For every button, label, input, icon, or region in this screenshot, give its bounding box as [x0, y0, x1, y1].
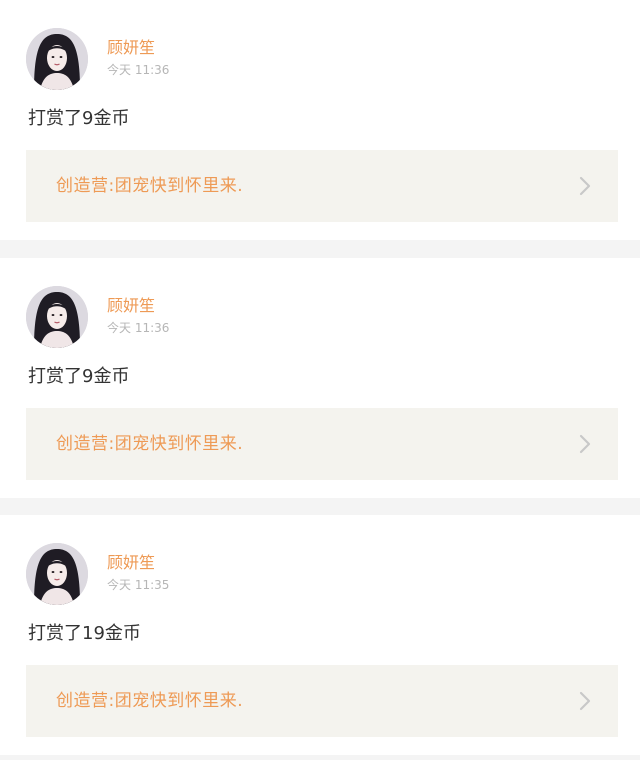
story-link-card[interactable]: 创造营:团宠快到怀里来.	[26, 665, 618, 737]
avatar[interactable]	[26, 543, 88, 605]
avatar[interactable]	[26, 28, 88, 90]
avatar[interactable]	[26, 286, 88, 348]
chevron-right-icon	[578, 691, 592, 711]
timestamp: 今天 11:35	[107, 578, 170, 592]
profile-photo-icon	[26, 28, 88, 90]
reward-card: 顾妍笙 今天 11:35 打赏了19金币 创造营:团宠快到怀里来.	[0, 515, 640, 755]
reward-message: 打赏了9金币	[28, 108, 130, 129]
reward-message: 打赏了19金币	[28, 623, 141, 644]
username[interactable]: 顾妍笙	[107, 38, 155, 58]
reward-feed: 顾妍笙 今天 11:36 打赏了9金币 创造营:团宠快到怀里来. 顾妍笙 今天 …	[0, 0, 640, 760]
chevron-right-icon	[578, 434, 592, 454]
username[interactable]: 顾妍笙	[107, 296, 155, 316]
timestamp: 今天 11:36	[107, 63, 170, 77]
reward-message: 打赏了9金币	[28, 366, 130, 387]
reward-card: 顾妍笙 今天 11:36 打赏了9金币 创造营:团宠快到怀里来.	[0, 0, 640, 240]
story-link-title: 创造营:团宠快到怀里来.	[56, 691, 244, 711]
timestamp: 今天 11:36	[107, 321, 170, 335]
chevron-right-icon	[578, 176, 592, 196]
story-link-card[interactable]: 创造营:团宠快到怀里来.	[26, 408, 618, 480]
reward-card: 顾妍笙 今天 11:36 打赏了9金币 创造营:团宠快到怀里来.	[0, 258, 640, 498]
story-link-title: 创造营:团宠快到怀里来.	[56, 176, 244, 196]
profile-photo-icon	[26, 543, 88, 605]
username[interactable]: 顾妍笙	[107, 553, 155, 573]
story-link-card[interactable]: 创造营:团宠快到怀里来.	[26, 150, 618, 222]
story-link-title: 创造营:团宠快到怀里来.	[56, 434, 244, 454]
profile-photo-icon	[26, 286, 88, 348]
